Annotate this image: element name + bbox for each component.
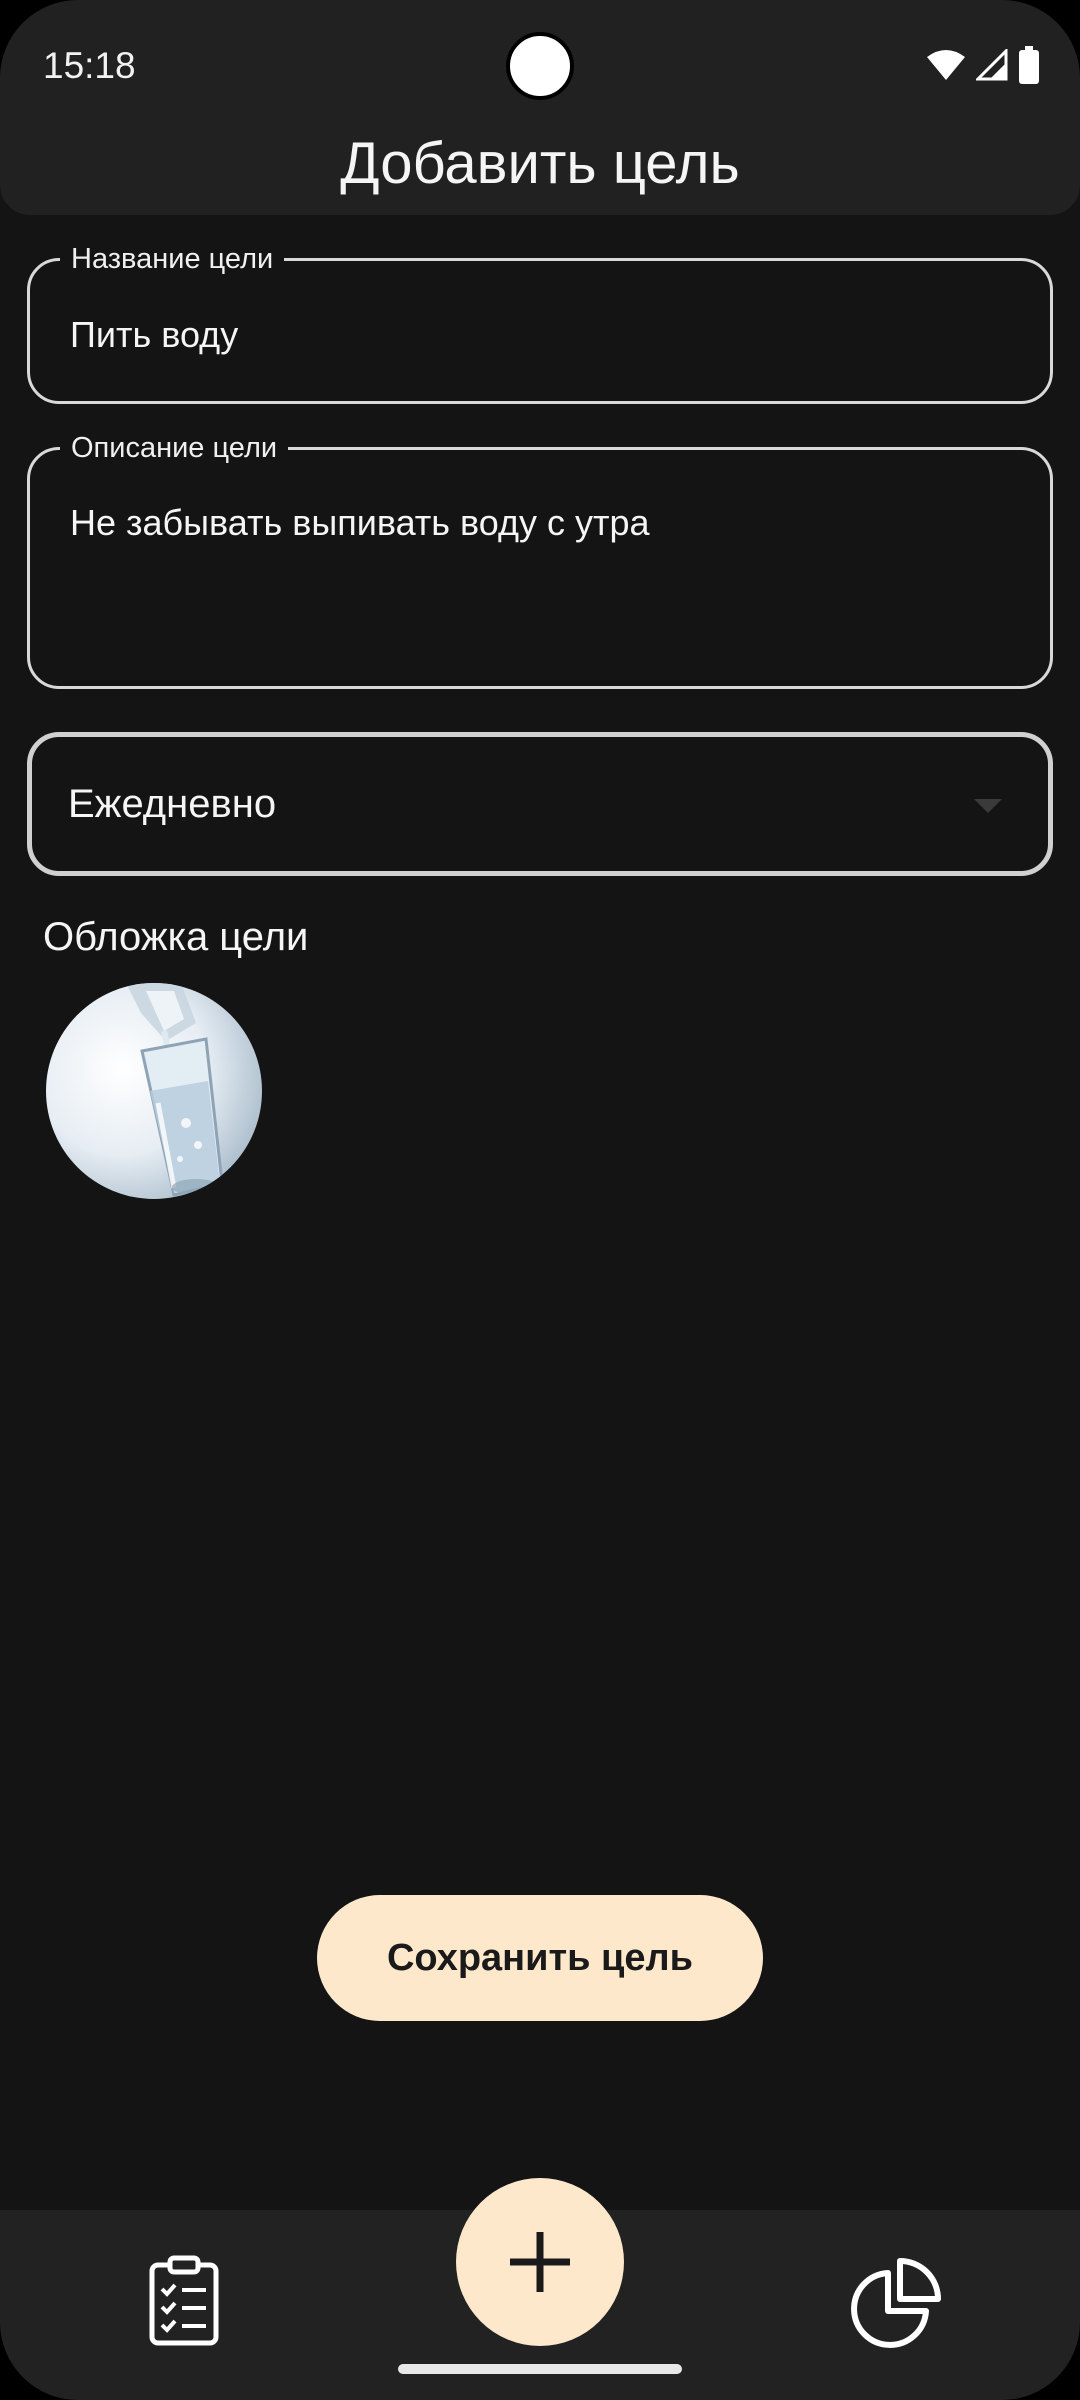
add-goal-fab[interactable] xyxy=(456,2178,624,2346)
nav-goals-button[interactable] xyxy=(148,2255,220,2347)
goal-name-input[interactable]: Пить воду xyxy=(70,314,238,356)
glass-of-water-photo xyxy=(126,983,224,1197)
goal-name-label: Название цели xyxy=(60,242,285,276)
pie-chart-icon xyxy=(851,2258,941,2348)
status-time: 15:18 xyxy=(43,45,136,86)
cellular-signal-icon xyxy=(976,49,1008,81)
top-app-bar: 15:18 Добавить цель xyxy=(0,0,1080,215)
goal-description-field[interactable]: Описание цели Не забывать выпивать воду … xyxy=(27,431,1053,689)
wifi-icon xyxy=(927,50,965,80)
frequency-selected-value: Ежедневно xyxy=(68,782,277,826)
nav-statistics-button[interactable] xyxy=(848,2255,944,2351)
front-camera xyxy=(506,32,574,100)
dropdown-arrow-icon xyxy=(974,799,1002,813)
goal-description-input[interactable]: Не забывать выпивать воду с утра xyxy=(70,502,650,544)
goal-cover-image[interactable] xyxy=(46,983,262,1199)
page-title: Добавить цель xyxy=(340,131,740,196)
frequency-dropdown[interactable]: Ежедневно xyxy=(27,732,1053,876)
plus-icon xyxy=(510,2232,570,2292)
battery-icon xyxy=(1019,46,1039,84)
goal-description-label: Описание цели xyxy=(60,431,289,465)
checklist-icon xyxy=(149,2255,219,2346)
app-screen: 15:18 Добавить цель Название цели Пить в… xyxy=(0,0,1080,2400)
cover-label: Обложка цели xyxy=(43,915,309,959)
goal-name-field[interactable]: Название цели Пить воду xyxy=(27,242,1053,404)
home-indicator[interactable] xyxy=(398,2364,682,2374)
save-goal-button[interactable]: Сохранить цель xyxy=(317,1895,763,2021)
status-icons xyxy=(926,46,1040,84)
